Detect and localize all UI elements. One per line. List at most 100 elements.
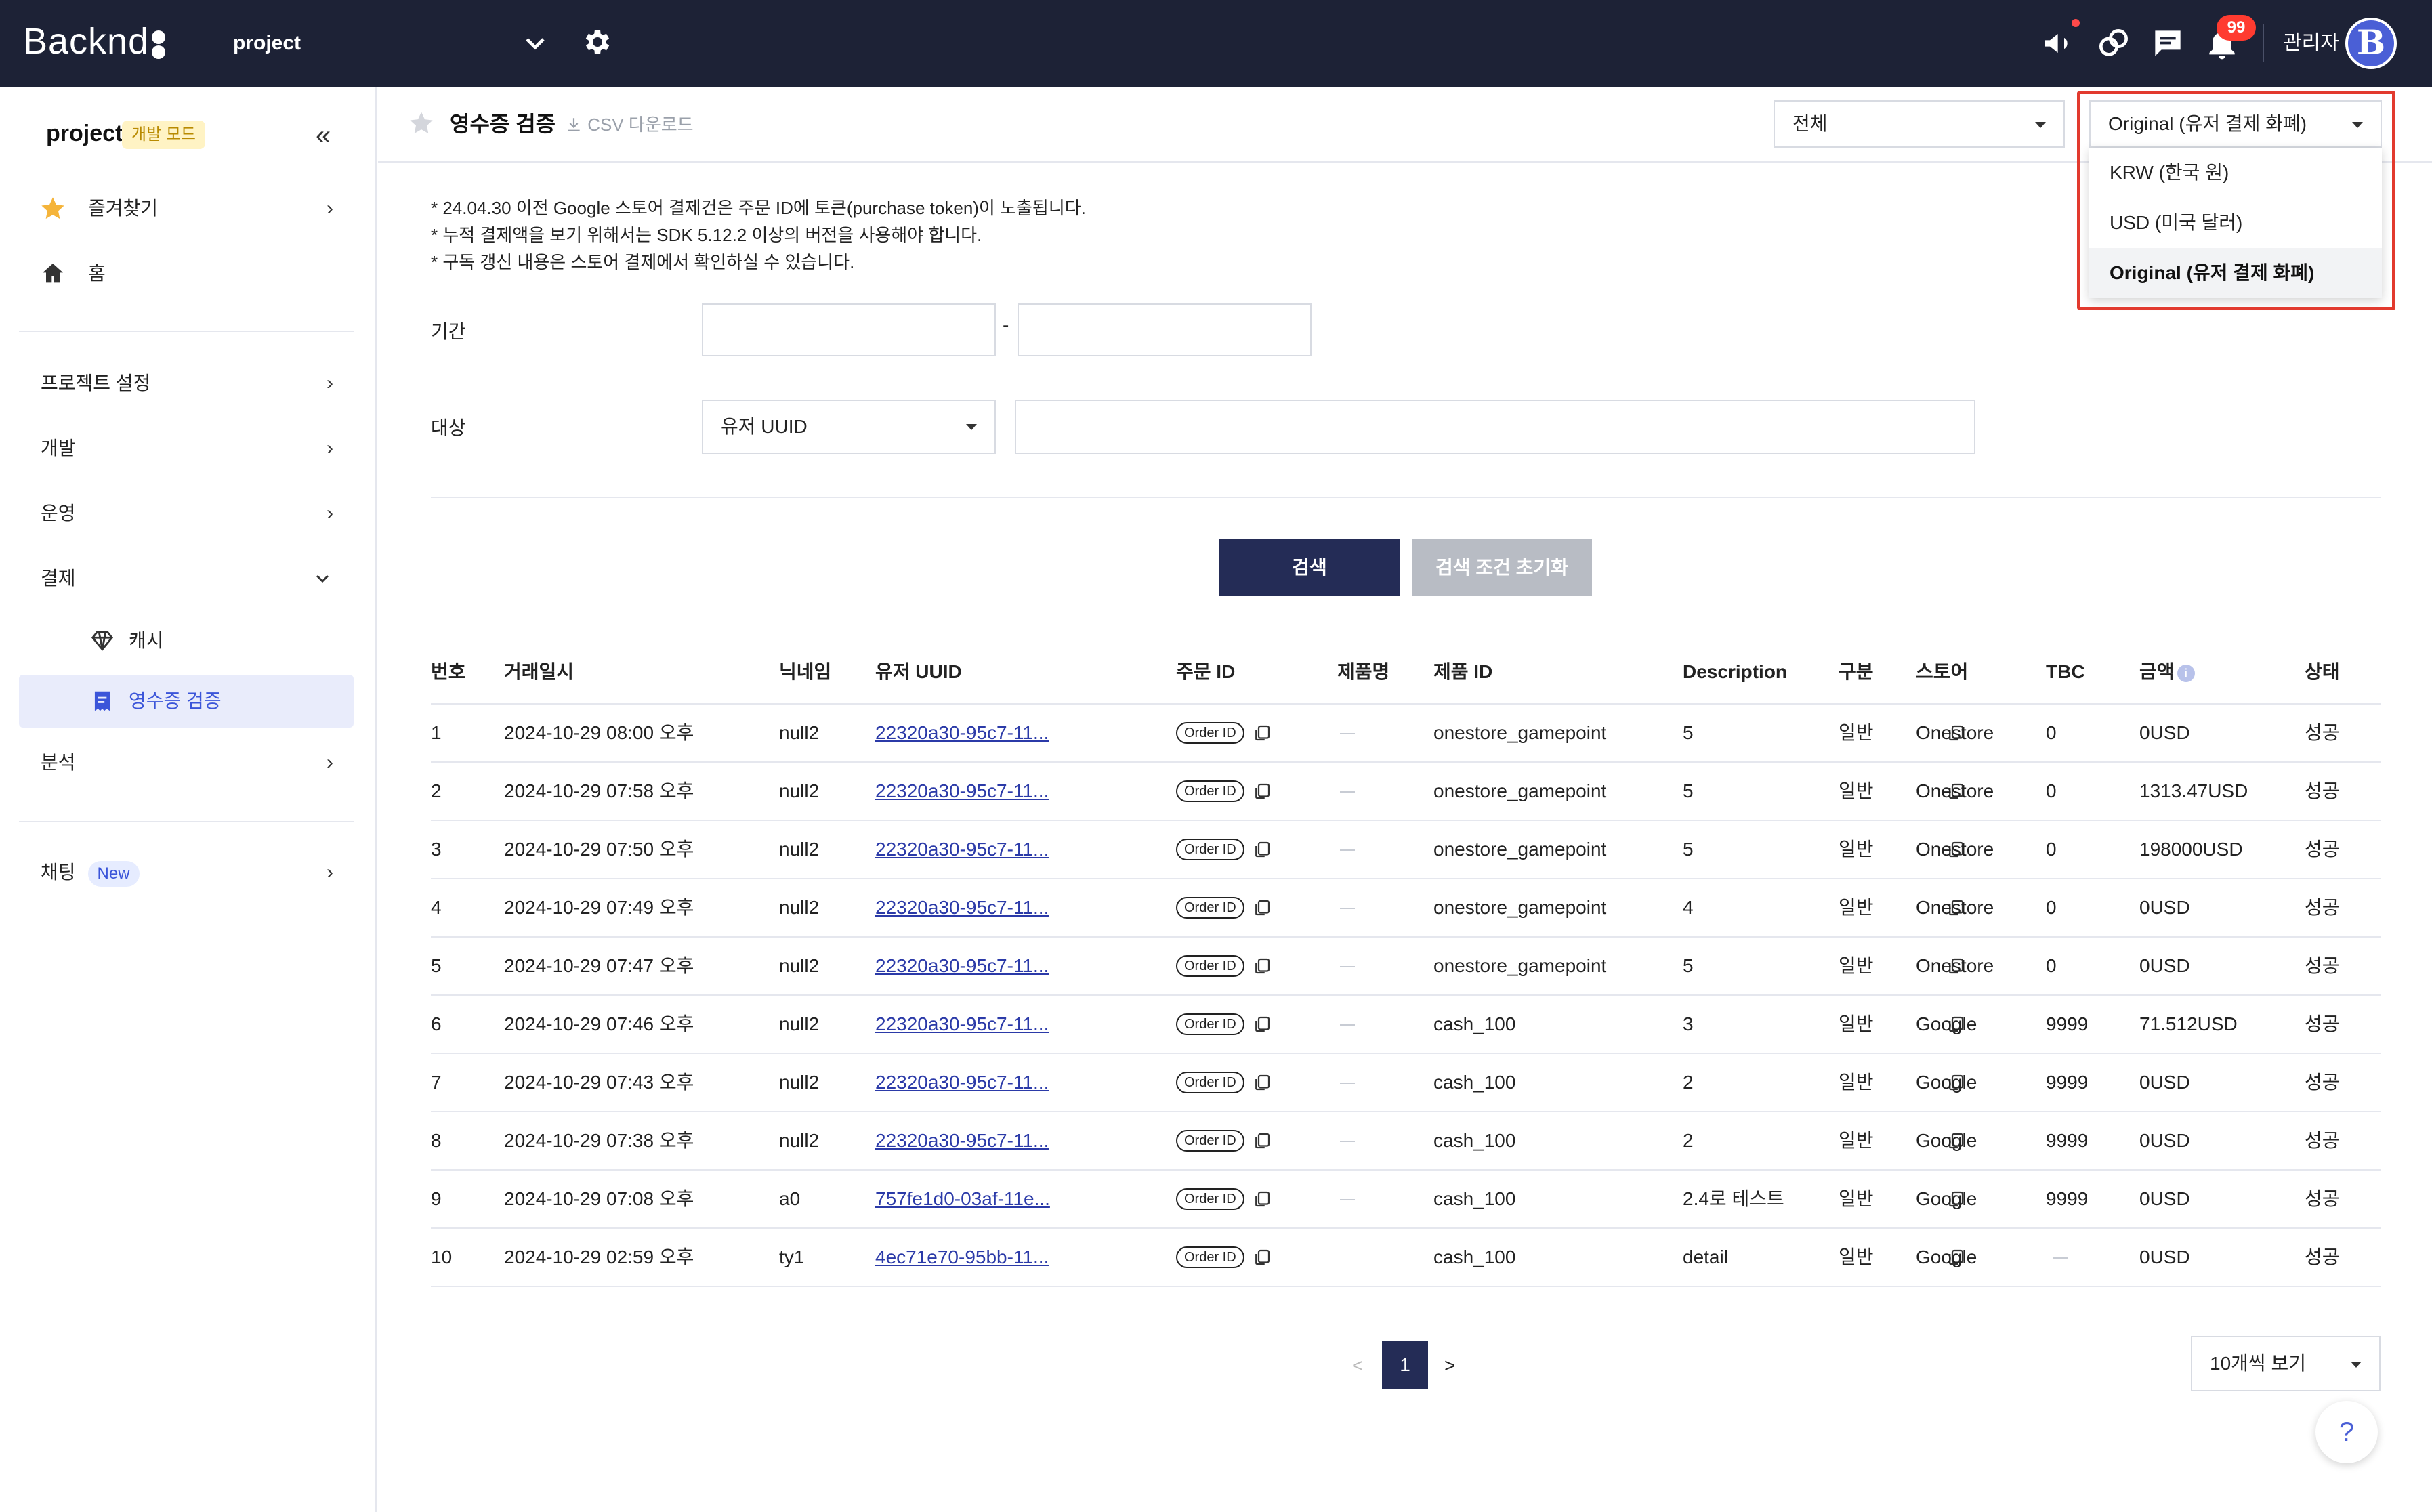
store: Onestore — [1916, 780, 1994, 801]
table-row: 2 2024-10-29 07:58 오후 null2 22320a30-95c7-1… — [431, 761, 2381, 820]
user-uuid-link[interactable]: 22320a30-95c7-11... — [875, 1054, 1049, 1111]
transaction-datetime: 2024-10-29 07:38 오후 — [504, 1130, 694, 1151]
chevron-right-icon: › — [327, 197, 333, 219]
backnd-logo[interactable]: Backnd — [23, 20, 168, 62]
copy-order-id-icon[interactable] — [1252, 1014, 1272, 1034]
transaction-datetime: 2024-10-29 07:50 오후 — [504, 839, 694, 860]
empty-product-name — [1340, 791, 1355, 793]
row-number: 9 — [431, 1188, 442, 1209]
avatar[interactable]: B — [2345, 18, 2397, 69]
sidebar-item-cash[interactable]: 캐시 — [19, 614, 354, 667]
order-id-pill[interactable]: Order ID — [1176, 1013, 1244, 1035]
favorite-star-icon[interactable] — [408, 110, 435, 137]
row-number: 7 — [431, 1072, 442, 1093]
sidebar-item-payment[interactable]: 결제 — [19, 553, 354, 604]
target-value-input[interactable] — [1015, 400, 1975, 454]
user-uuid-link[interactable]: 22320a30-95c7-11... — [875, 879, 1049, 936]
product-id: cash_100 — [1433, 1188, 1516, 1209]
user-uuid-link[interactable]: 4ec71e70-95bb-11... — [875, 1229, 1049, 1286]
copy-order-id-icon[interactable] — [1252, 723, 1272, 743]
type: 일반 — [1839, 1246, 1874, 1267]
copy-order-id-icon[interactable] — [1252, 1131, 1272, 1151]
user-uuid-link[interactable]: 22320a30-95c7-11... — [875, 705, 1049, 761]
user-uuid-link[interactable]: 22320a30-95c7-11... — [875, 763, 1049, 820]
nickname: null2 — [779, 722, 820, 743]
copy-order-id-icon[interactable] — [1252, 1189, 1272, 1209]
status-filter-select[interactable]: 전체 — [1774, 100, 2065, 148]
user-uuid-link[interactable]: 22320a30-95c7-11... — [875, 996, 1049, 1053]
announcement-dot — [2072, 19, 2080, 27]
current-page-button[interactable]: 1 — [1382, 1341, 1428, 1389]
sidebar-item-project-settings[interactable]: 프로젝트 설정 › — [19, 358, 354, 409]
column-header-status: 상태 — [2305, 661, 2340, 682]
sidebar-item-operation[interactable]: 운영 › — [19, 488, 354, 539]
user-uuid-link[interactable]: 22320a30-95c7-11... — [875, 938, 1049, 994]
user-uuid-link[interactable]: 22320a30-95c7-11... — [875, 1112, 1049, 1169]
copy-order-id-icon[interactable] — [1252, 781, 1272, 801]
copy-order-id-icon[interactable] — [1252, 898, 1272, 918]
period-separator: - — [1003, 314, 1009, 335]
info-icon[interactable]: i — [2177, 664, 2195, 682]
sidebar-item-home[interactable]: 홈 — [19, 248, 354, 299]
megaphone-icon[interactable] — [2040, 24, 2078, 62]
order-id-pill[interactable]: Order ID — [1176, 839, 1244, 860]
nickname: null2 — [779, 1130, 820, 1151]
row-number: 6 — [431, 1013, 442, 1034]
user-uuid-link[interactable]: 757fe1d0-03af-11e... — [875, 1171, 1050, 1227]
reset-search-button[interactable]: 검색 조건 초기화 — [1412, 539, 1592, 596]
order-id-pill[interactable]: Order ID — [1176, 1188, 1244, 1210]
copy-order-id-icon[interactable] — [1252, 1072, 1272, 1093]
collapse-sidebar-icon[interactable]: « — [316, 122, 331, 149]
search-button[interactable]: 검색 — [1219, 539, 1400, 596]
store: Onestore — [1916, 955, 1994, 976]
user-uuid-link[interactable]: 22320a30-95c7-11... — [875, 821, 1049, 878]
store: Onestore — [1916, 839, 1994, 860]
end-date-input[interactable] — [1018, 303, 1312, 356]
previous-page-button[interactable]: < — [1352, 1355, 1363, 1377]
store: Google — [1916, 1246, 1977, 1267]
sidebar-item-receipt-verification[interactable]: 영수증 검증 — [19, 675, 354, 728]
description: 4 — [1683, 897, 1694, 918]
empty-product-name — [1340, 733, 1355, 734]
order-id-pill[interactable]: Order ID — [1176, 780, 1244, 802]
sidebar-item-chatting[interactable]: 채팅 New › — [19, 847, 354, 898]
status: 성공 — [2305, 722, 2340, 743]
download-icon — [568, 118, 580, 131]
order-id-pill[interactable]: Order ID — [1176, 955, 1244, 977]
order-id-pill[interactable]: Order ID — [1176, 897, 1244, 919]
order-id-pill[interactable]: Order ID — [1176, 722, 1244, 744]
sidebar-item-development[interactable]: 개발 › — [19, 423, 354, 474]
order-id-pill[interactable]: Order ID — [1176, 1072, 1244, 1093]
sidebar-item-favorites[interactable]: 즐겨찾기 › — [19, 183, 354, 234]
admin-name[interactable]: 관리자 — [2283, 28, 2339, 58]
target-type-select[interactable]: 유저 UUID — [702, 400, 996, 454]
gear-icon[interactable] — [580, 26, 612, 58]
description: 2 — [1683, 1130, 1694, 1151]
tbc: 9999 — [2046, 1072, 2089, 1093]
project-selector[interactable]: project — [233, 27, 551, 60]
amount-header-label: 금액 — [2139, 661, 2175, 682]
start-date-input[interactable] — [702, 303, 996, 356]
type: 일반 — [1839, 897, 1874, 918]
page-size-select[interactable]: 10개씩 보기 — [2191, 1336, 2381, 1391]
store: Google — [1916, 1072, 1977, 1093]
page-title: 영수증 검증 — [450, 112, 556, 136]
csv-download-link[interactable]: CSV 다운로드 — [565, 112, 694, 137]
order-id-pill[interactable]: Order ID — [1176, 1130, 1244, 1152]
copy-order-id-icon[interactable] — [1252, 839, 1272, 860]
help-button[interactable]: ? — [2315, 1401, 2378, 1463]
copy-order-id-icon[interactable] — [1252, 956, 1272, 976]
amount: 0USD — [2139, 1246, 2190, 1267]
chat-icon[interactable] — [2149, 24, 2187, 62]
status: 성공 — [2305, 897, 2340, 918]
sidebar-divider — [19, 331, 354, 332]
coins-icon[interactable] — [2095, 24, 2133, 62]
copy-order-id-icon[interactable] — [1252, 1247, 1272, 1267]
type: 일반 — [1839, 1072, 1874, 1093]
table-bottom-border — [431, 1286, 2381, 1287]
order-id-pill[interactable]: Order ID — [1176, 1246, 1244, 1268]
caret-down-icon — [2035, 122, 2046, 128]
transaction-datetime: 2024-10-29 07:08 오후 — [504, 1188, 694, 1209]
next-page-button[interactable]: > — [1444, 1355, 1455, 1377]
sidebar-item-analytics[interactable]: 분석 › — [19, 737, 354, 789]
